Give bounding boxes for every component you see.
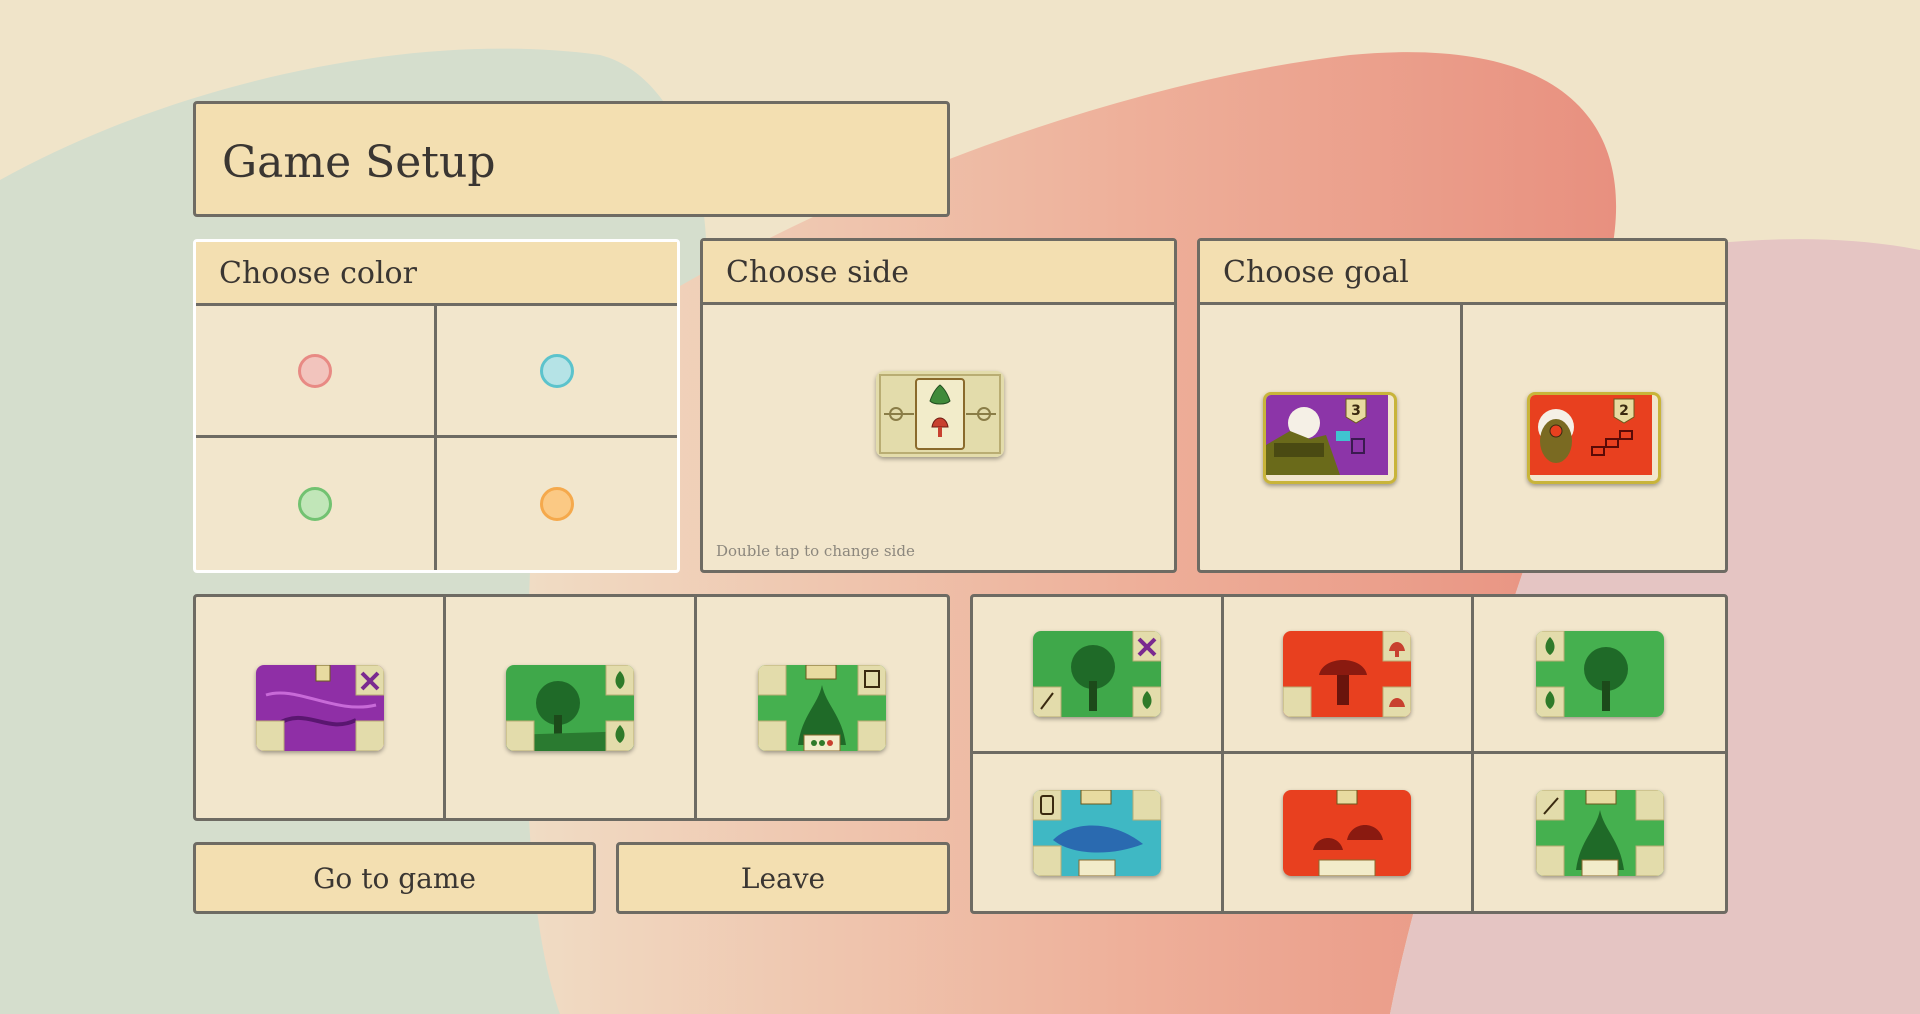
color-chooser: Choose color (193, 239, 680, 573)
market-card[interactable] (1032, 789, 1161, 876)
page-title: Game Setup (222, 137, 496, 188)
market-card[interactable] (1535, 789, 1664, 876)
market-card-slot[interactable] (1224, 754, 1475, 911)
goal-card-purple[interactable]: 3 (1262, 391, 1397, 484)
market-cards (970, 594, 1728, 914)
side-chooser: Choose side Double tap to change side (700, 238, 1177, 573)
color-option-pink[interactable] (196, 306, 437, 438)
goal-option-1[interactable]: 3 (1200, 305, 1463, 570)
market-card[interactable] (1032, 631, 1161, 717)
market-card-slot[interactable] (1223, 597, 1475, 754)
color-chooser-title: Choose color (196, 242, 677, 306)
side-hint: Double tap to change side (716, 542, 915, 560)
goal-card-red[interactable]: 2 (1526, 391, 1661, 484)
hand-card-slot[interactable] (196, 597, 447, 818)
market-card[interactable] (1535, 631, 1664, 717)
goal-points: 3 (1351, 403, 1361, 419)
goal-chooser-title: Choose goal (1200, 241, 1725, 305)
market-card[interactable] (1283, 631, 1412, 717)
hand-card[interactable] (505, 664, 634, 751)
color-option-orange[interactable] (437, 438, 678, 570)
hand-cards (193, 594, 950, 821)
go-to-game-button[interactable]: Go to game (193, 842, 596, 914)
market-card[interactable] (1283, 789, 1412, 876)
side-chooser-title: Choose side (703, 241, 1174, 305)
market-card-slot[interactable] (1474, 754, 1725, 911)
color-option-green[interactable] (196, 438, 437, 570)
title-panel: Game Setup (193, 101, 950, 217)
hand-card[interactable] (255, 664, 384, 751)
hand-card-slot[interactable] (697, 597, 947, 818)
market-card-slot[interactable] (973, 597, 1224, 754)
leave-button[interactable]: Leave (616, 842, 950, 914)
color-swatch-green[interactable] (297, 487, 332, 521)
market-card-slot[interactable] (1474, 597, 1725, 754)
goal-points: 2 (1619, 403, 1629, 419)
market-card-slot[interactable] (973, 754, 1224, 911)
starter-card[interactable] (876, 371, 1004, 457)
goal-chooser: Choose goal 3 2 (1197, 238, 1728, 573)
color-swatch-orange[interactable] (539, 487, 574, 521)
color-swatch-pink[interactable] (297, 353, 332, 388)
color-option-cyan[interactable] (436, 306, 677, 438)
hand-card[interactable] (757, 664, 886, 751)
hand-card-slot[interactable] (446, 597, 697, 818)
color-swatch-cyan[interactable] (539, 353, 574, 388)
goal-option-2[interactable]: 2 (1463, 305, 1726, 570)
